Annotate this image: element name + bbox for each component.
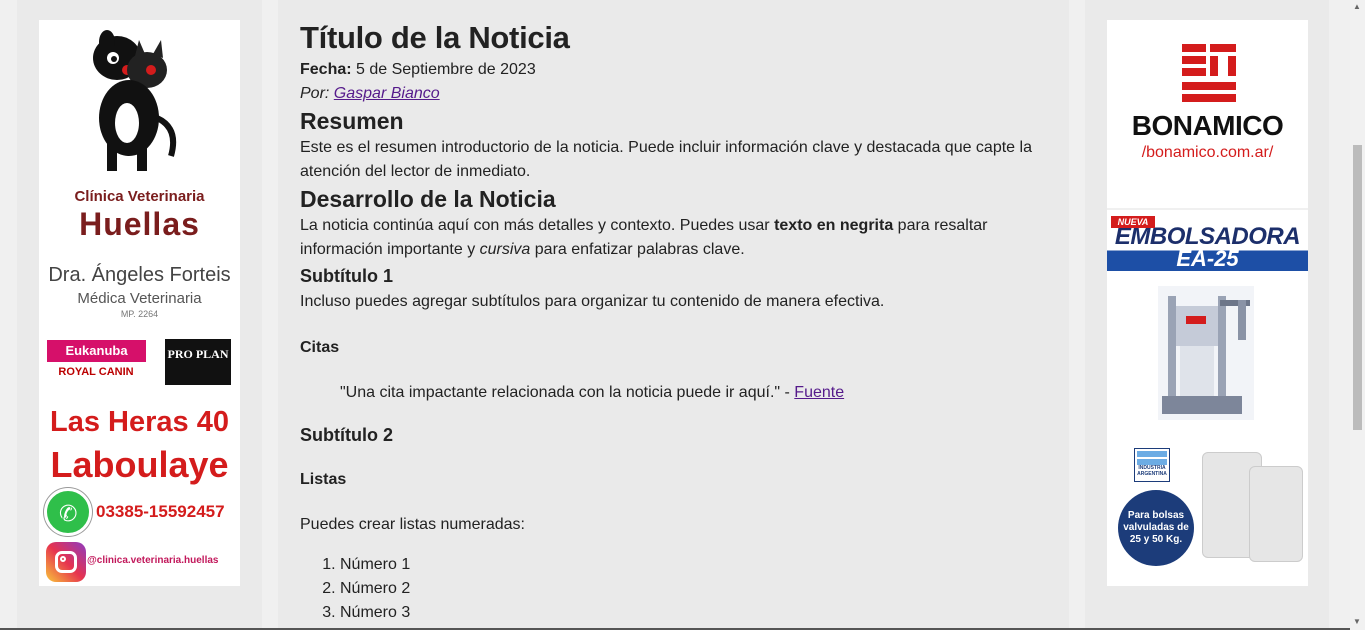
instagram-handle: @clinica.veterinaria.huellas (87, 555, 219, 566)
subtitle-1: Subtítulo 1 (300, 266, 393, 286)
scroll-up-icon[interactable]: ▲ (1353, 2, 1361, 11)
date-label: Fecha: (300, 61, 352, 78)
clinic-address: Las Heras 40 (50, 406, 229, 438)
author-link[interactable]: Gaspar Bianco (334, 85, 440, 102)
whatsapp-icon: ✆ (44, 488, 92, 536)
ad-divider (1107, 208, 1308, 210)
dev-text-1: La noticia continúa aquí con más detalle… (300, 217, 775, 234)
clinic-city: Laboulaye (50, 444, 229, 485)
numbered-list: Número 1 Número 2 Número 3 (340, 553, 1060, 625)
main-content: Título de la Noticia Fecha: 5 de Septiem… (278, 0, 1069, 630)
clinic-name: Huellas (79, 206, 200, 242)
author-prefix: Por: (300, 85, 334, 102)
bonamico-ad-banner[interactable]: BONAMICO /bonamico.com.ar/ EMBOLSADORA E… (1107, 20, 1308, 586)
bonamico-logo-icon (1182, 44, 1236, 102)
doctor-name: Dra. Ángeles Forteis (48, 264, 231, 286)
license-number: MP. 2264 (120, 309, 159, 319)
summary-text: Este es el resumen introductorio de la n… (300, 139, 1032, 180)
industry-label: INDUSTRIA ARGENTINA (1137, 465, 1167, 477)
dev-bold-text: texto en negrita (774, 217, 894, 234)
clinic-phone: 03385-15592457 (96, 502, 225, 521)
list-item: Número 2 (340, 577, 1060, 601)
dev-italic-text: cursiva (479, 241, 531, 258)
quote-source-link[interactable]: Fuente (794, 384, 844, 401)
new-badge: NUEVA (1111, 216, 1155, 228)
article-date: Fecha: 5 de Septiembre de 2023 (300, 58, 1060, 82)
summary-heading: Resumen (300, 108, 404, 134)
bag-info-text: Para bolsas valvuladas de 25 y 50 Kg. (1123, 510, 1189, 545)
doctor-title: Médica Veterinaria (77, 290, 202, 307)
article-title: Título de la Noticia (300, 20, 570, 55)
clinic-label: Clínica Veterinaria (74, 188, 205, 205)
scrollbar-thumb[interactable] (1353, 145, 1362, 430)
list-item: Número 3 (340, 601, 1060, 625)
brand-royal-canin: ROYAL CANIN (58, 366, 134, 378)
instagram-icon (46, 542, 86, 582)
page: Clínica Veterinaria Huellas Dra. Ángeles… (0, 0, 1365, 630)
subtitle-1-text: Incluso puedes agregar subtítulos para o… (300, 293, 885, 310)
development-heading: Desarrollo de la Noticia (300, 186, 556, 212)
lists-heading: Listas (300, 471, 347, 488)
news-article: Título de la Noticia Fecha: 5 de Septiem… (300, 18, 1060, 625)
left-sidebar: Clínica Veterinaria Huellas Dra. Ángeles… (17, 0, 262, 630)
scroll-down-icon[interactable]: ▼ (1353, 617, 1361, 626)
quote-block: "Una cita impactante relacionada con la … (340, 381, 1060, 405)
bag-image (1249, 466, 1303, 562)
bonamico-url: /bonamico.com.ar/ (1141, 144, 1274, 161)
bagging-machine-icon (1158, 286, 1254, 420)
right-sidebar: BONAMICO /bonamico.com.ar/ EMBOLSADORA E… (1085, 0, 1329, 630)
article-author: Por: Gaspar Bianco (300, 82, 1060, 106)
clinic-ad-banner[interactable]: Clínica Veterinaria Huellas Dra. Ángeles… (39, 20, 240, 586)
argentina-flag-icon: INDUSTRIA ARGENTINA (1134, 448, 1170, 482)
lists-text: Puedes crear listas numeradas: (300, 516, 525, 533)
dog-cat-logo-icon (93, 30, 177, 171)
bonamico-brand: BONAMICO (1131, 110, 1284, 141)
brand-pro-plan: PRO PLAN (165, 339, 231, 385)
quotes-heading: Citas (300, 339, 340, 356)
quote-text: "Una cita impactante relacionada con la … (340, 384, 795, 401)
brand-eukanuba: Eukanuba (47, 340, 146, 362)
list-item: Número 1 (340, 553, 1060, 577)
vertical-scrollbar[interactable]: ▲ ▼ (1350, 0, 1365, 630)
product-model: EA-25 (1176, 246, 1239, 271)
development-text: La noticia continúa aquí con más detalle… (300, 214, 1060, 262)
dev-text-3: para enfatizar palabras clave. (530, 241, 745, 258)
date-value: 5 de Septiembre de 2023 (351, 61, 536, 78)
subtitle-2: Subtítulo 2 (300, 425, 393, 445)
